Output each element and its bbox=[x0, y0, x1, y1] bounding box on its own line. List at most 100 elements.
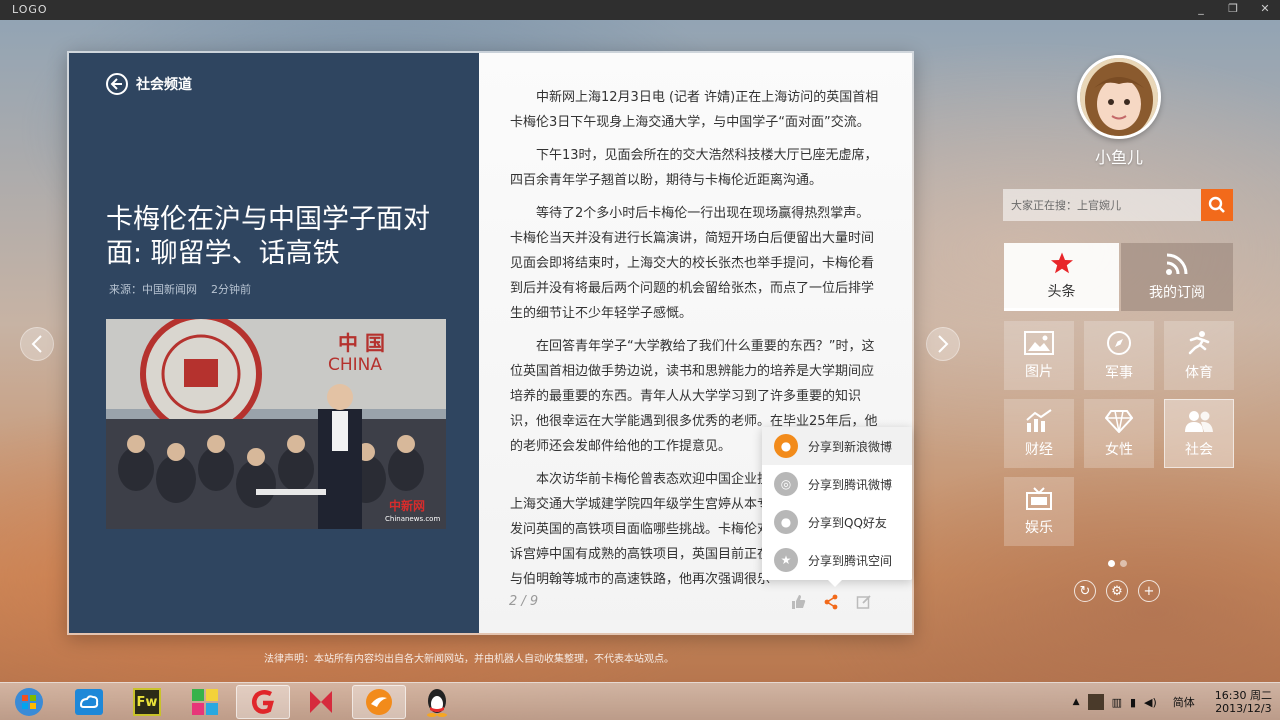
refresh-button[interactable]: ↻ bbox=[1074, 580, 1096, 602]
share-qzone-item[interactable]: ★ 分享到腾讯空间 bbox=[762, 541, 912, 579]
back-to-channel-button[interactable]: 社会频道 bbox=[106, 73, 192, 95]
fireworks-label: Fw bbox=[136, 694, 158, 710]
back-arrow-icon bbox=[106, 73, 128, 95]
cloud-drive-icon bbox=[75, 689, 103, 715]
page-dot[interactable] bbox=[1120, 560, 1127, 567]
user-avatar[interactable] bbox=[1077, 55, 1161, 139]
compass-icon bbox=[1107, 330, 1131, 355]
category-tile-entertainment[interactable]: 娱乐 bbox=[1004, 477, 1074, 546]
share-item-label: 分享到QQ好友 bbox=[808, 515, 887, 530]
tencent-weibo-icon: ◎ bbox=[774, 472, 798, 496]
category-label: 体育 bbox=[1185, 364, 1213, 381]
edit-icon[interactable] bbox=[856, 594, 872, 610]
media-icon bbox=[310, 691, 332, 713]
system-tray: ▲ ▥ ▮ ◀) 简体 16:30 周二 2013/12/3 bbox=[1073, 683, 1280, 720]
prev-article-button[interactable] bbox=[20, 327, 54, 361]
share-tencent-weibo-item[interactable]: ◎ 分享到腾讯微博 bbox=[762, 465, 912, 503]
taskbar-app-news[interactable] bbox=[352, 685, 406, 719]
category-label: 社会 bbox=[1185, 441, 1213, 458]
taskbar-app-qq[interactable] bbox=[410, 685, 464, 719]
qq-icon: ● bbox=[774, 510, 798, 534]
category-tile-finance[interactable]: 财经 bbox=[1004, 399, 1074, 468]
tray-expand-icon[interactable]: ▲ bbox=[1073, 697, 1080, 707]
chart-icon bbox=[1026, 408, 1052, 432]
clock-date: 2013/12/3 bbox=[1215, 702, 1272, 715]
article-line: 本次访华前卡梅伦曾表态欢迎中国企业投 bbox=[536, 472, 771, 487]
tab-label: 我的订阅 bbox=[1149, 285, 1205, 301]
gear-icon: ⚙ bbox=[1111, 583, 1123, 599]
minimize-button[interactable]: _ bbox=[1194, 2, 1208, 15]
diamond-icon bbox=[1105, 409, 1133, 433]
category-label: 军事 bbox=[1105, 364, 1133, 381]
share-menu: ● 分享到新浪微博 ◎ 分享到腾讯微博 ● 分享到QQ好友 ★ 分享到腾讯空间 bbox=[762, 427, 912, 587]
photo-watermark: 中新网 bbox=[389, 499, 426, 513]
window-controls: _ ❐ ✕ bbox=[1194, 2, 1272, 15]
category-tile-military[interactable]: 军事 bbox=[1084, 321, 1154, 390]
category-tile-women[interactable]: 女性 bbox=[1084, 399, 1154, 468]
search-input[interactable] bbox=[1003, 189, 1201, 221]
maximize-button[interactable]: ❐ bbox=[1226, 2, 1240, 15]
window-titlebar: LOGO _ ❐ ✕ bbox=[0, 0, 1280, 20]
share-qq-friend-item[interactable]: ● 分享到QQ好友 bbox=[762, 503, 912, 541]
share-sina-weibo-item[interactable]: ● 分享到新浪微博 bbox=[762, 427, 912, 465]
chevron-left-icon bbox=[31, 335, 42, 353]
clock-time: 16:30 周二 bbox=[1214, 689, 1272, 702]
search-icon bbox=[1208, 196, 1225, 213]
channel-name: 社会频道 bbox=[136, 77, 192, 93]
system-clock[interactable]: 16:30 周二 2013/12/3 bbox=[1215, 689, 1272, 715]
weibo-icon: ● bbox=[774, 434, 798, 458]
chevron-right-icon bbox=[938, 335, 949, 353]
like-icon[interactable] bbox=[790, 594, 806, 610]
taskbar-app-cloud[interactable] bbox=[62, 685, 116, 719]
tray-app-icon[interactable] bbox=[1087, 694, 1104, 710]
page-dots bbox=[1108, 560, 1127, 567]
photo-caption-en: CHINA bbox=[328, 355, 383, 375]
plus-icon: + bbox=[1143, 583, 1155, 599]
app-logo: LOGO bbox=[12, 3, 48, 16]
tab-headlines[interactable]: 头条 bbox=[1004, 243, 1119, 311]
runner-icon bbox=[1188, 330, 1210, 354]
settings-button[interactable]: ⚙ bbox=[1106, 580, 1128, 602]
qzone-icon: ★ bbox=[774, 548, 798, 572]
photo-watermark-url: Chinanews.com bbox=[385, 515, 441, 523]
star-icon bbox=[1050, 252, 1073, 273]
news-app-icon bbox=[366, 689, 392, 715]
article-meta: 来源：中国新闻网 2分钟前 bbox=[109, 281, 251, 297]
network-icon[interactable]: ▥ bbox=[1112, 696, 1122, 709]
share-icon[interactable] bbox=[824, 594, 838, 610]
add-button[interactable]: + bbox=[1138, 580, 1160, 602]
tv-icon bbox=[1026, 486, 1052, 510]
windows-start-icon bbox=[15, 688, 43, 716]
ime-indicator[interactable]: 简体 bbox=[1173, 694, 1195, 710]
article-photo[interactable]: 中 国 CHINA 中新网 Chinanews.com bbox=[106, 319, 446, 529]
battery-icon[interactable]: ▮ bbox=[1130, 696, 1136, 709]
category-label: 娱乐 bbox=[1025, 519, 1053, 536]
next-article-button[interactable] bbox=[926, 327, 960, 361]
close-button[interactable]: ✕ bbox=[1258, 2, 1272, 15]
category-tile-society[interactable]: 社会 bbox=[1164, 399, 1234, 468]
taskbar-app-tiles[interactable] bbox=[178, 685, 232, 719]
taskbar-app-media[interactable] bbox=[294, 685, 348, 719]
taskbar-app-fireworks[interactable]: Fw bbox=[120, 685, 174, 719]
article-paragraph: 下午13时，见面会所在的交大浩然科技楼大厅已座无虚席，四百余青年学子翘首以盼，期… bbox=[510, 148, 878, 188]
page-dot[interactable] bbox=[1108, 560, 1115, 567]
taskbar-app-browser[interactable] bbox=[236, 685, 290, 719]
article-paragraph: 中新网上海12月3日电 (记者 许婧)正在上海访问的英国首相卡梅伦3日下午现身上… bbox=[510, 90, 879, 130]
fireworks-icon: Fw bbox=[133, 688, 161, 716]
photo-caption-cn: 中 国 bbox=[338, 331, 385, 355]
legal-disclaimer: 法律声明：本站所有内容均出自各大新闻网站，并由机器人自动收集整理，不代表本站观点… bbox=[264, 654, 674, 665]
search-button[interactable] bbox=[1201, 189, 1233, 221]
tab-subscriptions[interactable]: 我的订阅 bbox=[1121, 243, 1233, 311]
panel-tools: ↻ ⚙ + bbox=[1074, 580, 1160, 602]
volume-icon[interactable]: ◀) bbox=[1144, 696, 1157, 709]
category-tile-pictures[interactable]: 图片 bbox=[1004, 321, 1074, 390]
category-label: 女性 bbox=[1105, 441, 1133, 458]
page-indicator: 2 / 9 bbox=[509, 594, 539, 609]
taskbar: Fw ▲ ▥ ▮ ◀) 简体 16:30 周二 2013/12/3 bbox=[0, 682, 1280, 720]
article-source: 来源：中国新闻网 bbox=[109, 283, 197, 296]
category-tile-sports[interactable]: 体育 bbox=[1164, 321, 1234, 390]
browser-g-icon bbox=[252, 690, 274, 714]
start-button[interactable] bbox=[2, 685, 56, 719]
rss-icon bbox=[1166, 253, 1188, 275]
article-toolbar bbox=[790, 594, 872, 610]
